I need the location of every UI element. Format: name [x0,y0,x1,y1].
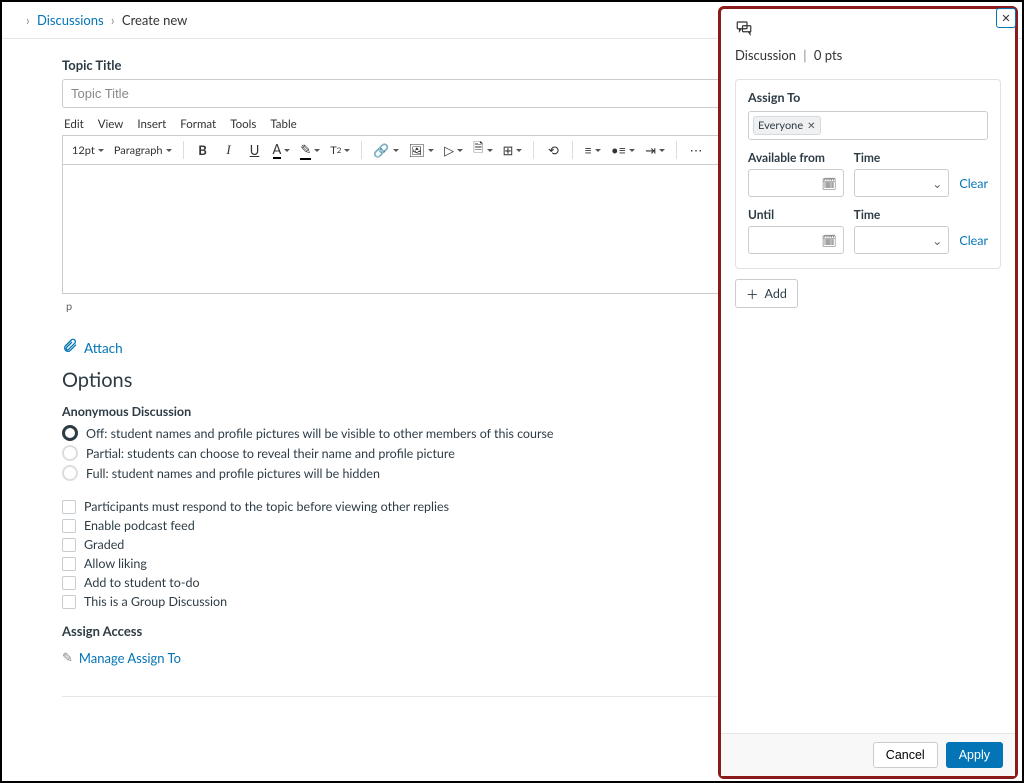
panel-close-button[interactable]: ✕ [996,8,1016,28]
apps-button[interactable]: ⊞ [500,139,526,161]
available-from-time-label: Time [854,150,950,165]
plus-icon: ＋ [746,284,759,303]
separator-icon: | [803,47,806,63]
rce-menu-edit[interactable]: Edit [64,118,84,131]
rce-menu-tools[interactable]: Tools [230,118,256,131]
breadcrumb-chevron-icon: › [111,12,115,28]
until-input[interactable]: 🗓 [748,226,844,254]
superscript-button[interactable]: T2 [327,139,353,161]
document-button[interactable]: 🗎 [470,139,495,161]
available-from-time-input[interactable]: ⌄ [854,169,950,197]
rce-menu-view[interactable]: View [98,118,124,131]
assign-to-input[interactable]: Everyone ✕ [748,111,988,140]
until-label: Until [748,207,844,222]
clear-available-from[interactable]: Clear [959,176,988,197]
tag-everyone: Everyone ✕ [753,116,821,135]
until-time-input[interactable]: ⌄ [854,226,950,254]
checkbox-label: Graded [84,537,124,552]
paperclip-icon [62,337,78,358]
rce-menu-insert[interactable]: Insert [137,118,166,131]
checkbox-label: Allow liking [84,556,147,571]
breadcrumb-current: Create new [122,12,187,28]
media-button[interactable]: ▷ [441,139,466,161]
toolbar-separator [361,141,362,159]
underline-button[interactable]: U [244,139,266,161]
font-size-select[interactable]: 12pt [69,139,107,161]
toolbar-separator [183,141,184,159]
clear-until[interactable]: Clear [959,233,988,254]
anon-option-label: Partial: students can choose to reveal t… [86,446,455,461]
panel-points: 0 pts [814,47,842,63]
assign-to-label: Assign To [748,90,988,105]
panel-title-row: Discussion | 0 pts [735,47,1001,63]
align-button[interactable]: ≡ [581,139,604,161]
checkbox-icon [62,557,76,571]
anon-option-label: Full: student names and profile pictures… [86,466,380,481]
text-color-button[interactable]: A [270,139,294,161]
discussion-icon [735,19,1001,41]
checkbox-icon [62,595,76,609]
checkbox-icon [62,538,76,552]
available-from-input[interactable]: 🗓 [748,169,844,197]
breadcrumb-link-discussions[interactable]: Discussions [37,12,104,28]
paragraph-style-select[interactable]: Paragraph [111,139,175,161]
radio-icon [62,425,78,441]
image-button[interactable]: 🖼 [406,139,438,161]
assign-to-panel: ✕ Discussion | 0 pts Assign To Everyone … [718,6,1018,779]
checkbox-label: Add to student to-do [84,575,200,590]
manage-assign-to-label: Manage Assign To [79,650,181,666]
apply-button[interactable]: Apply [946,742,1003,768]
checkbox-label: Participants must respond to the topic b… [84,499,449,514]
panel-header: Discussion | 0 pts [721,9,1015,67]
tag-label: Everyone [758,119,803,132]
chevron-down-icon: ⌄ [932,176,942,191]
calendar-icon: 🗓 [821,176,836,191]
calendar-icon: 🗓 [821,233,836,248]
link-button[interactable]: 🔗 [370,139,401,161]
checkbox-icon [62,519,76,533]
cancel-button[interactable]: Cancel [873,742,938,768]
breadcrumb-chevron-icon: › [26,12,30,28]
bullet-list-button[interactable]: •≡ [608,139,638,161]
bold-button[interactable]: B [192,139,214,161]
clear-formatting-button[interactable]: ⟲ [542,139,564,161]
more-button[interactable]: ⋯ [685,139,707,161]
indent-button[interactable]: ⇥ [642,139,668,161]
add-assign-button[interactable]: ＋ Add [735,279,798,308]
checkbox-label: This is a Group Discussion [84,594,227,609]
radio-icon [62,445,78,461]
highlight-color-button[interactable]: ✎ [297,139,323,161]
pencil-icon: ✎ [62,649,73,666]
checkbox-label: Enable podcast feed [84,518,195,533]
add-label: Add [765,286,787,301]
assign-card: Assign To Everyone ✕ Available from 🗓 Ti… [735,79,1001,269]
until-time-label: Time [854,207,950,222]
panel-footer: Cancel Apply [721,733,1015,776]
toolbar-separator [533,141,534,159]
anon-option-label: Off: student names and profile pictures … [86,426,554,441]
panel-title: Discussion [735,47,796,63]
toolbar-separator [676,141,677,159]
remove-tag-button[interactable]: ✕ [807,120,815,132]
rce-menu-format[interactable]: Format [180,118,216,131]
attach-label: Attach [84,340,123,356]
toolbar-separator [572,141,573,159]
available-from-label: Available from [748,150,844,165]
rce-menu-table[interactable]: Table [270,118,296,131]
checkbox-icon [62,576,76,590]
radio-icon [62,465,78,481]
italic-button[interactable]: I [218,139,240,161]
chevron-down-icon: ⌄ [932,233,942,248]
checkbox-icon [62,500,76,514]
